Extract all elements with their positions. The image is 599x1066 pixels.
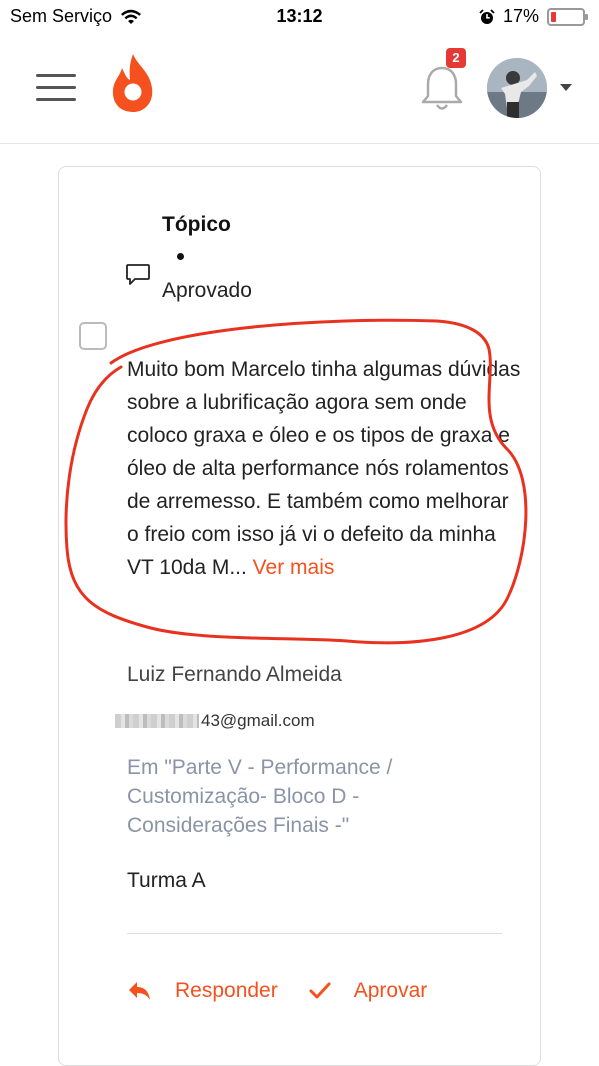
post-message: Muito bom Marcelo tinha algumas dúvidas … [127,353,522,584]
approve-label: Aprovar [353,979,428,1002]
author-name: Luiz Fernando Almeida [127,663,342,686]
alarm-icon [479,8,495,24]
read-more-link[interactable]: Ver mais [253,556,335,579]
post-type-title: Tópico [162,213,231,236]
course-reference-link[interactable]: Em "Parte V - Performance / Customização… [127,753,457,840]
divider [127,933,502,934]
avatar-photo [487,58,547,118]
author-email: 43@gmail.com [115,711,315,731]
post-status: Aprovado [162,279,252,302]
app-header: 2 [0,34,599,144]
battery-icon [547,7,588,26]
brand-logo-icon [112,54,153,112]
class-name: Turma A [127,869,206,892]
account-dropdown-icon[interactable] [560,84,572,91]
notifications-bell-icon[interactable] [418,62,466,114]
post-card: Tópico Aprovado Muito bom Marcelo tinha … [58,166,541,1066]
post-message-text: Muito bom Marcelo tinha algumas dúvidas … [127,358,521,579]
status-bar: Sem Serviço 13:12 17% [0,0,599,34]
post-actions: Responder Aprovar [127,979,427,1003]
reply-icon [129,982,150,1000]
reply-button[interactable]: Responder [127,979,278,1003]
comment-icon [126,264,150,285]
select-post-checkbox[interactable] [79,322,107,350]
battery-fill [551,11,556,22]
check-icon [309,982,331,999]
author-email-text: 43@gmail.com [201,711,315,730]
reply-label: Responder [175,979,278,1002]
bullet-dot [177,253,184,260]
notification-badge: 2 [446,48,466,68]
user-avatar[interactable] [487,58,547,118]
approve-button[interactable]: Aprovar [308,979,428,1003]
battery-percent: 17% [502,6,539,26]
menu-icon[interactable] [36,74,76,102]
redacted-email-prefix [115,714,199,728]
